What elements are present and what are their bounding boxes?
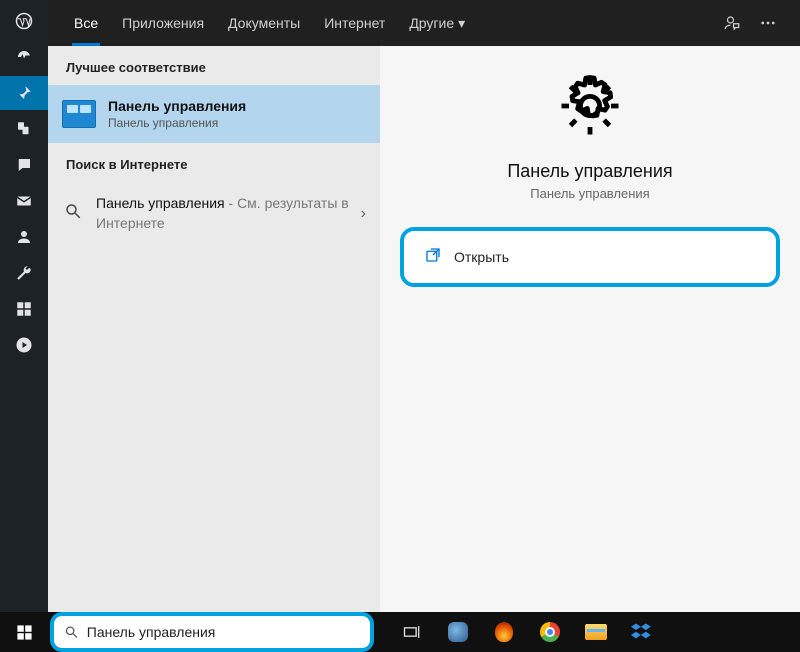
tab-all[interactable]: Все bbox=[62, 0, 110, 46]
rail-comment-icon[interactable] bbox=[0, 148, 48, 182]
detail-subtitle: Панель управления bbox=[530, 186, 649, 201]
rail-mail-icon[interactable] bbox=[0, 184, 48, 218]
best-match-header: Лучшее соответствие bbox=[48, 46, 380, 85]
best-match-result[interactable]: Панель управления Панель управления bbox=[48, 85, 380, 143]
taskbar-dropbox-icon[interactable] bbox=[620, 612, 664, 652]
best-match-title: Панель управления bbox=[108, 98, 246, 114]
search-box-highlight bbox=[50, 612, 374, 652]
search-tabs-bar: Все Приложения Документы Интернет Другие… bbox=[48, 0, 800, 46]
rail-pages-icon[interactable] bbox=[0, 112, 48, 146]
rail-play-icon[interactable] bbox=[0, 328, 48, 362]
search-icon bbox=[64, 624, 79, 640]
taskbar-explorer-icon[interactable] bbox=[574, 612, 618, 652]
tab-documents[interactable]: Документы bbox=[216, 0, 312, 46]
control-panel-icon bbox=[62, 100, 96, 128]
chevron-right-icon: › bbox=[361, 205, 366, 223]
start-button[interactable] bbox=[0, 612, 48, 652]
chevron-down-icon: ▾ bbox=[458, 15, 465, 32]
rail-user-icon[interactable] bbox=[0, 220, 48, 254]
more-options-icon[interactable] bbox=[750, 0, 786, 46]
result-detail-pane: Панель управления Панель управления Откр… bbox=[380, 46, 800, 612]
taskbar bbox=[0, 612, 800, 652]
search-icon bbox=[64, 202, 84, 225]
task-view-icon[interactable] bbox=[390, 612, 434, 652]
rail-wrench-icon[interactable] bbox=[0, 256, 48, 290]
tab-more[interactable]: Другие ▾ bbox=[397, 0, 477, 46]
rail-wordpress-icon[interactable] bbox=[0, 4, 48, 38]
wp-admin-rail bbox=[0, 0, 48, 612]
detail-title: Панель управления bbox=[507, 161, 672, 182]
rail-pin-icon[interactable] bbox=[0, 76, 48, 110]
tab-internet[interactable]: Интернет bbox=[312, 0, 397, 46]
best-match-text: Панель управления Панель управления bbox=[108, 98, 246, 130]
taskbar-flame-icon[interactable] bbox=[482, 612, 526, 652]
taskbar-apps bbox=[390, 612, 664, 652]
search-input[interactable] bbox=[87, 624, 360, 640]
open-button[interactable]: Открыть bbox=[410, 237, 770, 277]
open-label: Открыть bbox=[454, 249, 509, 265]
rail-dashboard-icon[interactable] bbox=[0, 40, 48, 74]
web-search-header: Поиск в Интернете bbox=[48, 143, 380, 182]
search-results-column: Лучшее соответствие Панель управления Па… bbox=[48, 46, 380, 612]
taskbar-search-box[interactable] bbox=[56, 618, 368, 646]
taskbar-paint-icon[interactable] bbox=[436, 612, 480, 652]
rail-widget-icon[interactable] bbox=[0, 292, 48, 326]
web-result-text: Панель управления - См. результаты в Инт… bbox=[96, 194, 364, 233]
tab-more-label: Другие bbox=[409, 15, 454, 31]
gear-icon bbox=[554, 70, 626, 147]
web-result-query: Панель управления bbox=[96, 195, 225, 211]
tab-apps[interactable]: Приложения bbox=[110, 0, 216, 46]
feedback-icon[interactable] bbox=[714, 0, 750, 46]
taskbar-chrome-icon[interactable] bbox=[528, 612, 572, 652]
open-icon bbox=[424, 246, 442, 269]
best-match-subtitle: Панель управления bbox=[108, 116, 246, 130]
web-search-result[interactable]: Панель управления - См. результаты в Инт… bbox=[48, 182, 380, 245]
open-button-highlight: Открыть bbox=[400, 227, 780, 287]
